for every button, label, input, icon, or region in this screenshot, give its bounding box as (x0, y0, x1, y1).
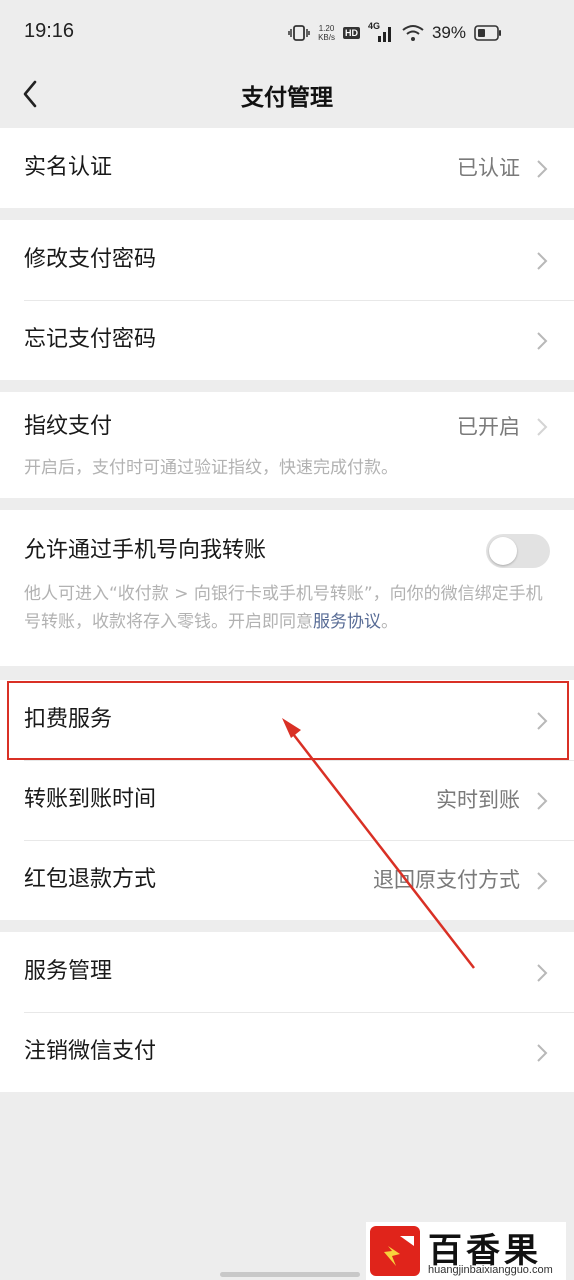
fingerprint-status: 已开启 (457, 415, 520, 439)
net-speed: 1.20 KB/s (318, 24, 335, 42)
chevron-right-icon (537, 418, 548, 436)
service-manage-label: 服务管理 (24, 959, 113, 984)
chevron-right-icon (537, 964, 548, 982)
cancel-wechat-pay-label: 注销微信支付 (24, 1039, 157, 1064)
phone-transfer-description-text: 他人可进入“收付款 > 向银行卡或手机号转账”，向你的微信绑定手机号转账，收款将… (24, 584, 543, 632)
forgot-password-label: 忘记支付密码 (24, 327, 157, 352)
chevron-right-icon (537, 332, 548, 350)
phone-transfer-description: 他人可进入“收付款 > 向银行卡或手机号转账”，向你的微信绑定手机号转账，收款将… (24, 580, 552, 636)
vibrate-icon (288, 25, 310, 41)
phone-transfer-group: 允许通过手机号向我转账 他人可进入“收付款 > 向银行卡或手机号转账”，向你的微… (0, 510, 574, 666)
hd-icon: HD (342, 27, 360, 39)
nav-bar: 支付管理 (0, 64, 574, 126)
identity-group: 实名认证 已认证 (0, 128, 574, 208)
service-agreement-link[interactable]: 服务协议 (313, 612, 381, 632)
deduction-service-label: 扣费服务 (24, 707, 113, 732)
change-password-label: 修改支付密码 (24, 247, 157, 272)
red-packet-refund-value: 退回原支付方式 (373, 868, 520, 892)
identity-row[interactable]: 实名认证 已认证 (0, 128, 574, 208)
fingerprint-description: 开启后，支付时可通过验证指纹，快速完成付款。 (24, 458, 398, 478)
fingerprint-row[interactable]: 指纹支付 已开启 (0, 392, 574, 462)
watermark: 百香果号 huangjinbaixiangguo.com (366, 1222, 566, 1280)
net-speed-unit: KB/s (318, 33, 335, 42)
status-time: 19:16 (24, 20, 75, 42)
transfer-arrival-label: 转账到账时间 (24, 787, 157, 812)
fingerprint-group: 指纹支付 已开启 开启后，支付时可通过验证指纹，快速完成付款。 (0, 392, 574, 498)
transfer-arrival-row[interactable]: 转账到账时间 实时到账 (0, 760, 574, 840)
page-title: 支付管理 (241, 85, 333, 111)
net-speed-value: 1.20 (318, 24, 335, 33)
chevron-right-icon (537, 252, 548, 270)
chevron-right-icon (537, 1044, 548, 1062)
password-group: 修改支付密码 忘记支付密码 (0, 220, 574, 380)
status-icons: 1.20 KB/s HD 4G 39% (288, 21, 502, 44)
identity-status: 已认证 (457, 156, 520, 180)
battery-percent: 39% (431, 23, 466, 42)
forgot-password-row[interactable]: 忘记支付密码 (0, 300, 574, 380)
toggle-knob (489, 537, 517, 565)
chevron-right-icon (537, 712, 548, 730)
identity-label: 实名认证 (24, 155, 113, 180)
status-bar: 19:16 1.20 KB/s HD 4G 39% (0, 0, 574, 64)
services-group: 扣费服务 转账到账时间 实时到账 红包退款方式 退回原支付方式 (0, 680, 574, 920)
watermark-logo (370, 1226, 420, 1276)
red-packet-refund-label: 红包退款方式 (24, 867, 157, 892)
deduction-service-row[interactable]: 扣费服务 (0, 680, 574, 760)
fingerprint-label: 指纹支付 (24, 414, 113, 439)
chevron-right-icon (537, 160, 548, 178)
red-packet-refund-row[interactable]: 红包退款方式 退回原支付方式 (0, 840, 574, 920)
phone-transfer-description-end: 。 (381, 612, 398, 632)
chevron-right-icon (537, 792, 548, 810)
phone-transfer-toggle[interactable] (486, 534, 550, 568)
watermark-url: huangjinbaixiangguo.com (428, 1264, 553, 1276)
cancel-wechat-pay-row[interactable]: 注销微信支付 (0, 1012, 574, 1092)
chevron-right-icon (537, 872, 548, 890)
manage-group: 服务管理 注销微信支付 (0, 932, 574, 1092)
signal-icon: 4G (368, 21, 394, 42)
battery-icon (474, 25, 501, 41)
transfer-arrival-value: 实时到账 (436, 788, 520, 812)
wifi-icon (402, 25, 424, 41)
home-indicator (220, 1272, 360, 1277)
change-password-row[interactable]: 修改支付密码 (0, 220, 574, 300)
service-manage-row[interactable]: 服务管理 (0, 932, 574, 1012)
